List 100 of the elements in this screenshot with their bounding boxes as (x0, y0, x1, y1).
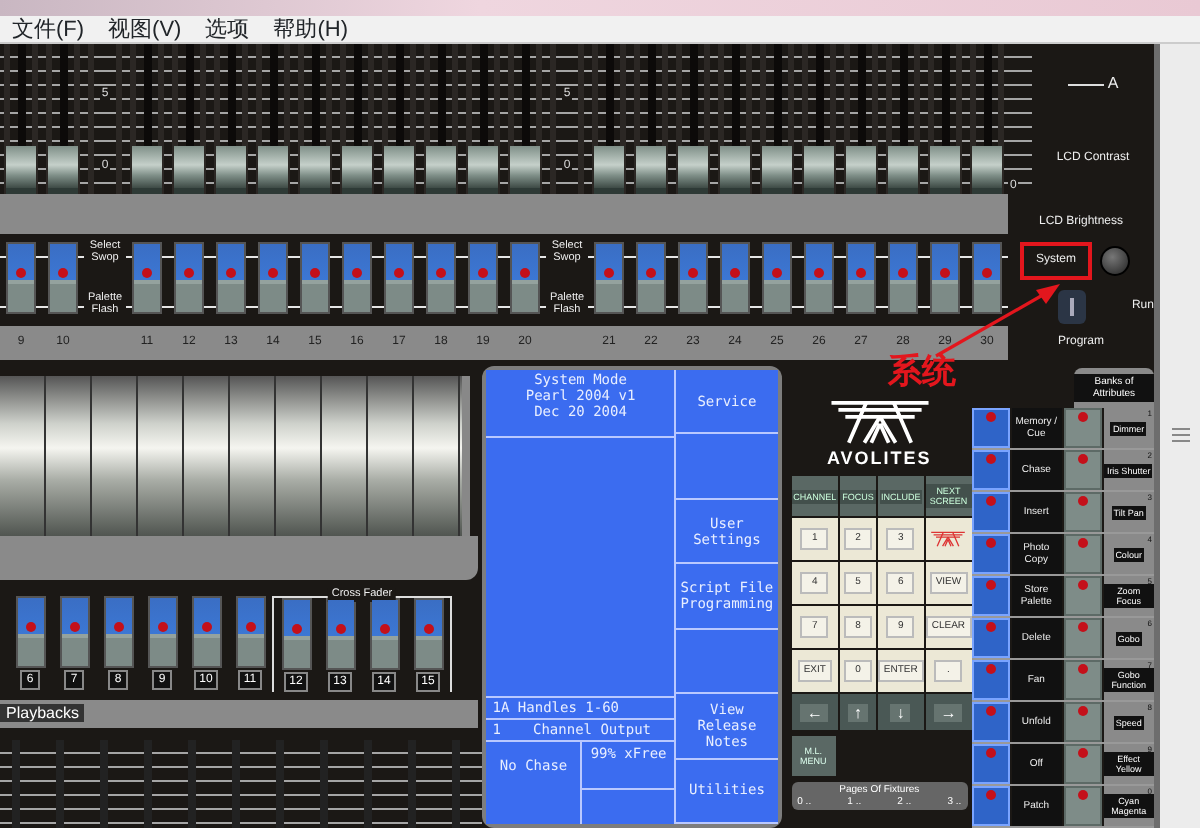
fader-knob[interactable] (510, 146, 540, 194)
menu-item[interactable]: 选项 (193, 18, 262, 42)
playback-button[interactable] (216, 241, 246, 314)
led-icon (1077, 748, 1088, 758)
fader-knob[interactable] (174, 146, 204, 194)
playback-button[interactable] (300, 241, 330, 314)
fader-knob[interactable] (846, 146, 876, 194)
fader-knob[interactable] (678, 146, 708, 194)
playback-button[interactable] (426, 241, 456, 314)
fader-knob[interactable] (132, 146, 162, 194)
select-button[interactable] (971, 786, 1010, 826)
scrollbar[interactable] (1154, 44, 1200, 828)
fader-knob[interactable] (594, 146, 624, 194)
led-icon (379, 624, 389, 634)
led-icon (604, 267, 614, 278)
playback-button[interactable] (258, 241, 288, 314)
key-switch[interactable] (1057, 290, 1086, 325)
playback-button[interactable] (342, 241, 372, 314)
flash-button[interactable] (1063, 786, 1102, 826)
fader-knob[interactable] (6, 146, 36, 194)
menu-item[interactable]: 文件(F) (0, 18, 97, 42)
playback-button[interactable] (413, 598, 443, 670)
section-label: Playbacks (0, 704, 85, 722)
playback-button[interactable] (191, 596, 221, 668)
arrow-key[interactable]: ↓ (877, 694, 924, 730)
flash-button[interactable] (1063, 534, 1102, 574)
playback-button[interactable] (888, 241, 918, 314)
flash-button[interactable] (1063, 408, 1102, 448)
playback-button[interactable] (59, 596, 89, 668)
playback-button[interactable] (594, 241, 624, 314)
fader-knob[interactable] (888, 146, 918, 194)
fader-knob[interactable] (384, 146, 414, 194)
select-button[interactable] (971, 450, 1010, 490)
flash-button[interactable] (1063, 492, 1102, 532)
playback-button[interactable] (325, 598, 355, 670)
arrow-key[interactable]: ← (791, 694, 839, 730)
flash-button[interactable] (1063, 618, 1102, 658)
led-icon (157, 622, 167, 632)
select-button[interactable] (971, 408, 1010, 448)
fader-knob[interactable] (930, 146, 960, 194)
playback-button[interactable] (103, 596, 133, 668)
fader-knob[interactable] (762, 146, 792, 194)
led-icon (268, 267, 278, 278)
playback-button[interactable] (636, 241, 666, 314)
select-button[interactable] (971, 534, 1010, 574)
playback-button[interactable] (235, 596, 265, 668)
menu-item[interactable]: 视图(V) (96, 18, 194, 42)
fader-knob[interactable] (342, 146, 372, 194)
flash-button[interactable] (1063, 576, 1102, 616)
fader-knob[interactable] (804, 146, 834, 194)
playback-button[interactable] (972, 241, 1002, 314)
menu-item[interactable]: 帮助(H) (261, 18, 360, 42)
playback-button[interactable] (174, 241, 204, 314)
arrow-key[interactable]: → (925, 694, 972, 730)
select-button[interactable] (971, 618, 1010, 658)
key[interactable] (925, 518, 972, 560)
playback-button[interactable] (384, 241, 414, 314)
playback-button[interactable] (132, 241, 162, 314)
select-button[interactable] (971, 660, 1010, 700)
playback-button[interactable] (720, 241, 750, 314)
fader-knob[interactable] (636, 146, 666, 194)
fader-knob[interactable] (258, 146, 288, 194)
playback-button[interactable] (369, 598, 399, 670)
led-icon (1077, 580, 1088, 590)
playback-button[interactable] (147, 596, 177, 668)
playback-button[interactable] (804, 241, 834, 314)
led-icon (1077, 412, 1088, 422)
fader-knob[interactable] (216, 146, 246, 194)
select-button[interactable] (971, 702, 1010, 742)
playback-button[interactable] (48, 241, 78, 314)
playback-button[interactable] (6, 241, 36, 314)
select-button[interactable] (971, 744, 1010, 784)
led-icon (772, 267, 782, 278)
select-button[interactable] (971, 576, 1010, 616)
fader-knob[interactable] (972, 146, 1002, 194)
led-icon (142, 267, 152, 278)
playback-button[interactable] (468, 241, 498, 314)
flash-button[interactable] (1063, 450, 1102, 490)
playback-button[interactable] (510, 241, 540, 314)
flash-button[interactable] (1063, 660, 1102, 700)
playback-button[interactable] (930, 241, 960, 314)
led-icon (982, 267, 992, 278)
brightness-knob[interactable] (1100, 245, 1131, 276)
wheel-drawing[interactable] (0, 376, 471, 536)
playback-button[interactable] (762, 241, 792, 314)
flash-button[interactable] (1063, 744, 1102, 784)
logo-text: AVOLITES (826, 448, 932, 468)
fader-knob[interactable] (468, 146, 498, 194)
playback-button[interactable] (281, 598, 311, 670)
fader-knob[interactable] (426, 146, 456, 194)
fader-knob[interactable] (48, 146, 78, 194)
fader-knob[interactable] (720, 146, 750, 194)
playback-button[interactable] (846, 241, 876, 314)
playback-button[interactable] (15, 596, 45, 668)
flash-button[interactable] (1063, 702, 1102, 742)
led-icon (730, 267, 740, 278)
arrow-key[interactable]: ↑ (840, 694, 876, 730)
fader-knob[interactable] (300, 146, 330, 194)
led-icon (1077, 454, 1088, 464)
playback-button[interactable] (678, 241, 708, 314)
